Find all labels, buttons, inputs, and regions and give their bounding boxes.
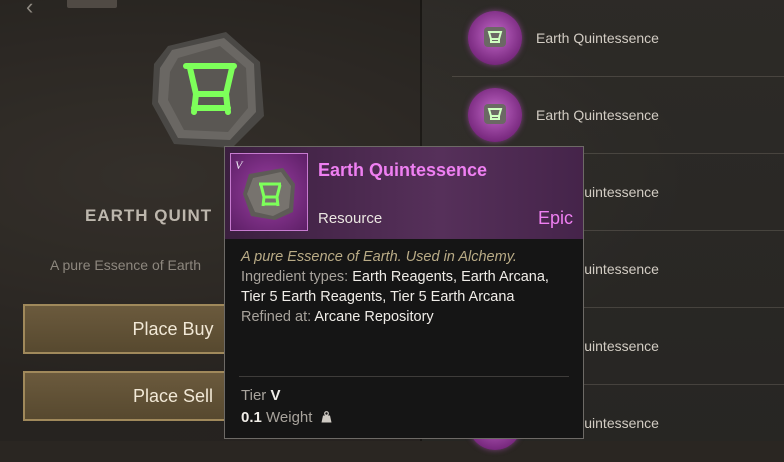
earth-quintessence-stone-icon (243, 168, 295, 220)
list-item[interactable]: Earth Quintessence (452, 77, 784, 154)
tooltip-header: V Earth Quintessence Resource Epic (225, 147, 583, 239)
tooltip-flavor-text: A pure Essence of Earth. Used in Alchemy… (241, 249, 517, 265)
tooltip-item-icon: V (230, 153, 308, 231)
weight-icon (321, 411, 332, 423)
item-tooltip: V Earth Quintessence Resource Epic A pur… (224, 146, 584, 439)
back-arrow-icon[interactable]: ‹ (26, 0, 33, 20)
list-item[interactable]: Earth Quintessence (452, 0, 784, 77)
tooltip-item-type: Resource (318, 210, 383, 227)
refined-at-value: Arcane Repository (314, 309, 434, 325)
tooltip-item-name: Earth Quintessence (318, 160, 488, 180)
back-button[interactable] (67, 0, 117, 8)
tooltip-divider (239, 376, 569, 377)
item-title: EARTH QUINT (85, 206, 213, 225)
tier-value: V (270, 387, 281, 404)
tooltip-tier: Tier V (241, 387, 280, 404)
weight-value: 0.1 (241, 409, 262, 426)
weight-label: Weight (266, 409, 313, 426)
earth-quintessence-icon (468, 88, 522, 142)
earth-quintessence-icon (468, 11, 522, 65)
tooltip-rarity: Epic (537, 208, 573, 228)
tier-label: Tier (241, 387, 267, 404)
tooltip-body: A pure Essence of Earth. Used in Alchemy… (241, 247, 573, 327)
ingredient-types: Ingredient types: Earth Reagents, Earth … (241, 267, 573, 307)
tooltip-weight: 0.1 Weight (241, 409, 332, 426)
refined-at: Refined at: Arcane Repository (241, 307, 573, 327)
earth-quintessence-stone-icon (152, 32, 264, 148)
listing-name: Earth Quintessence (536, 107, 659, 123)
ingredient-types-label: Ingredient types: (241, 269, 349, 285)
item-description: A pure Essence of Earth (50, 257, 201, 273)
refined-at-label: Refined at: (241, 309, 312, 325)
listing-name: Earth Quintessence (536, 30, 659, 46)
